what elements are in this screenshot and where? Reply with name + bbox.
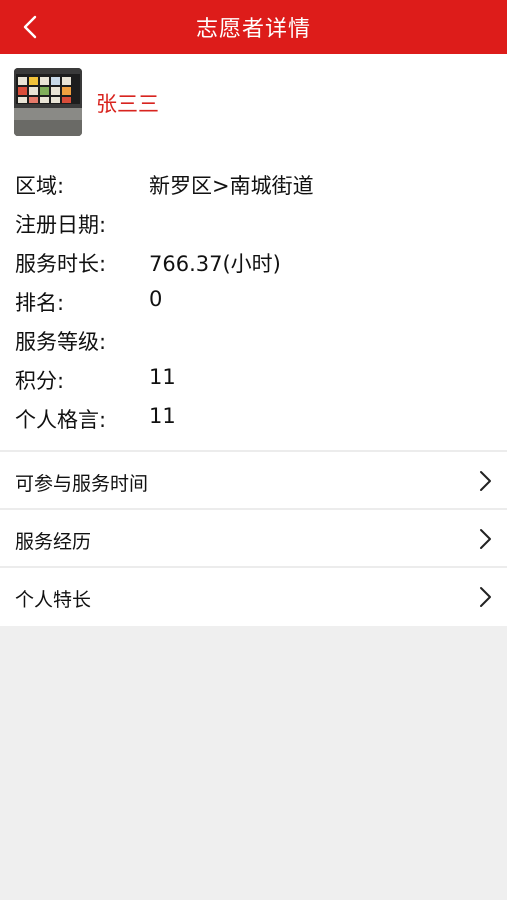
avatar <box>14 68 82 136</box>
detail-row-service-hours: 服务时长: 766.37(小时) <box>0 242 507 278</box>
detail-row-points: 积分: 11 <box>0 359 507 395</box>
motto-value: 11 <box>149 404 176 428</box>
detail-row-service-level: 服务等级: <box>0 320 507 356</box>
detail-row-rank: 排名: 0 <box>0 281 507 317</box>
menu-label-personal-skills: 个人特长 <box>15 589 92 611</box>
detail-row-region: 区域: 新罗区>南城街道 <box>0 164 507 200</box>
profile-header: 张三三 <box>0 54 507 150</box>
rank-value: 0 <box>149 287 163 311</box>
menu-item-available-service-time[interactable]: 可参与服务时间 <box>0 452 507 510</box>
chevron-right-icon <box>480 529 491 549</box>
page-title: 志愿者详情 <box>195 17 311 42</box>
chevron-left-icon <box>23 15 37 39</box>
detail-row-register-date: 注册日期: <box>0 203 507 239</box>
motto-label: 个人格言: <box>15 408 107 432</box>
service-level-label: 服务等级: <box>15 330 107 354</box>
menu-label-service-history: 服务经历 <box>15 531 92 553</box>
points-value: 11 <box>149 365 176 389</box>
menu-item-personal-skills[interactable]: 个人特长 <box>0 568 507 626</box>
volunteer-name: 张三三 <box>96 92 159 116</box>
service-hours-label: 服务时长: <box>15 252 107 276</box>
back-button[interactable] <box>12 9 48 45</box>
chevron-right-icon <box>480 587 491 607</box>
menu-item-service-history[interactable]: 服务经历 <box>0 510 507 568</box>
points-label: 积分: <box>15 369 65 393</box>
chevron-right-icon <box>480 471 491 491</box>
service-hours-value: 766.37(小时) <box>149 252 281 276</box>
detail-row-motto: 个人格言: 11 <box>0 398 507 434</box>
menu-label-available-service-time: 可参与服务时间 <box>15 473 149 495</box>
region-label: 区域: <box>15 174 65 198</box>
register-date-label: 注册日期: <box>15 213 107 237</box>
volunteer-details: 区域: 新罗区>南城街道 注册日期: 服务时长: 766.37(小时) 排名: … <box>0 150 507 450</box>
rank-label: 排名: <box>15 291 65 315</box>
region-value: 新罗区>南城街道 <box>149 174 314 198</box>
top-navigation-bar: 志愿者详情 <box>0 0 507 54</box>
volunteer-avatar-photo <box>14 68 82 136</box>
